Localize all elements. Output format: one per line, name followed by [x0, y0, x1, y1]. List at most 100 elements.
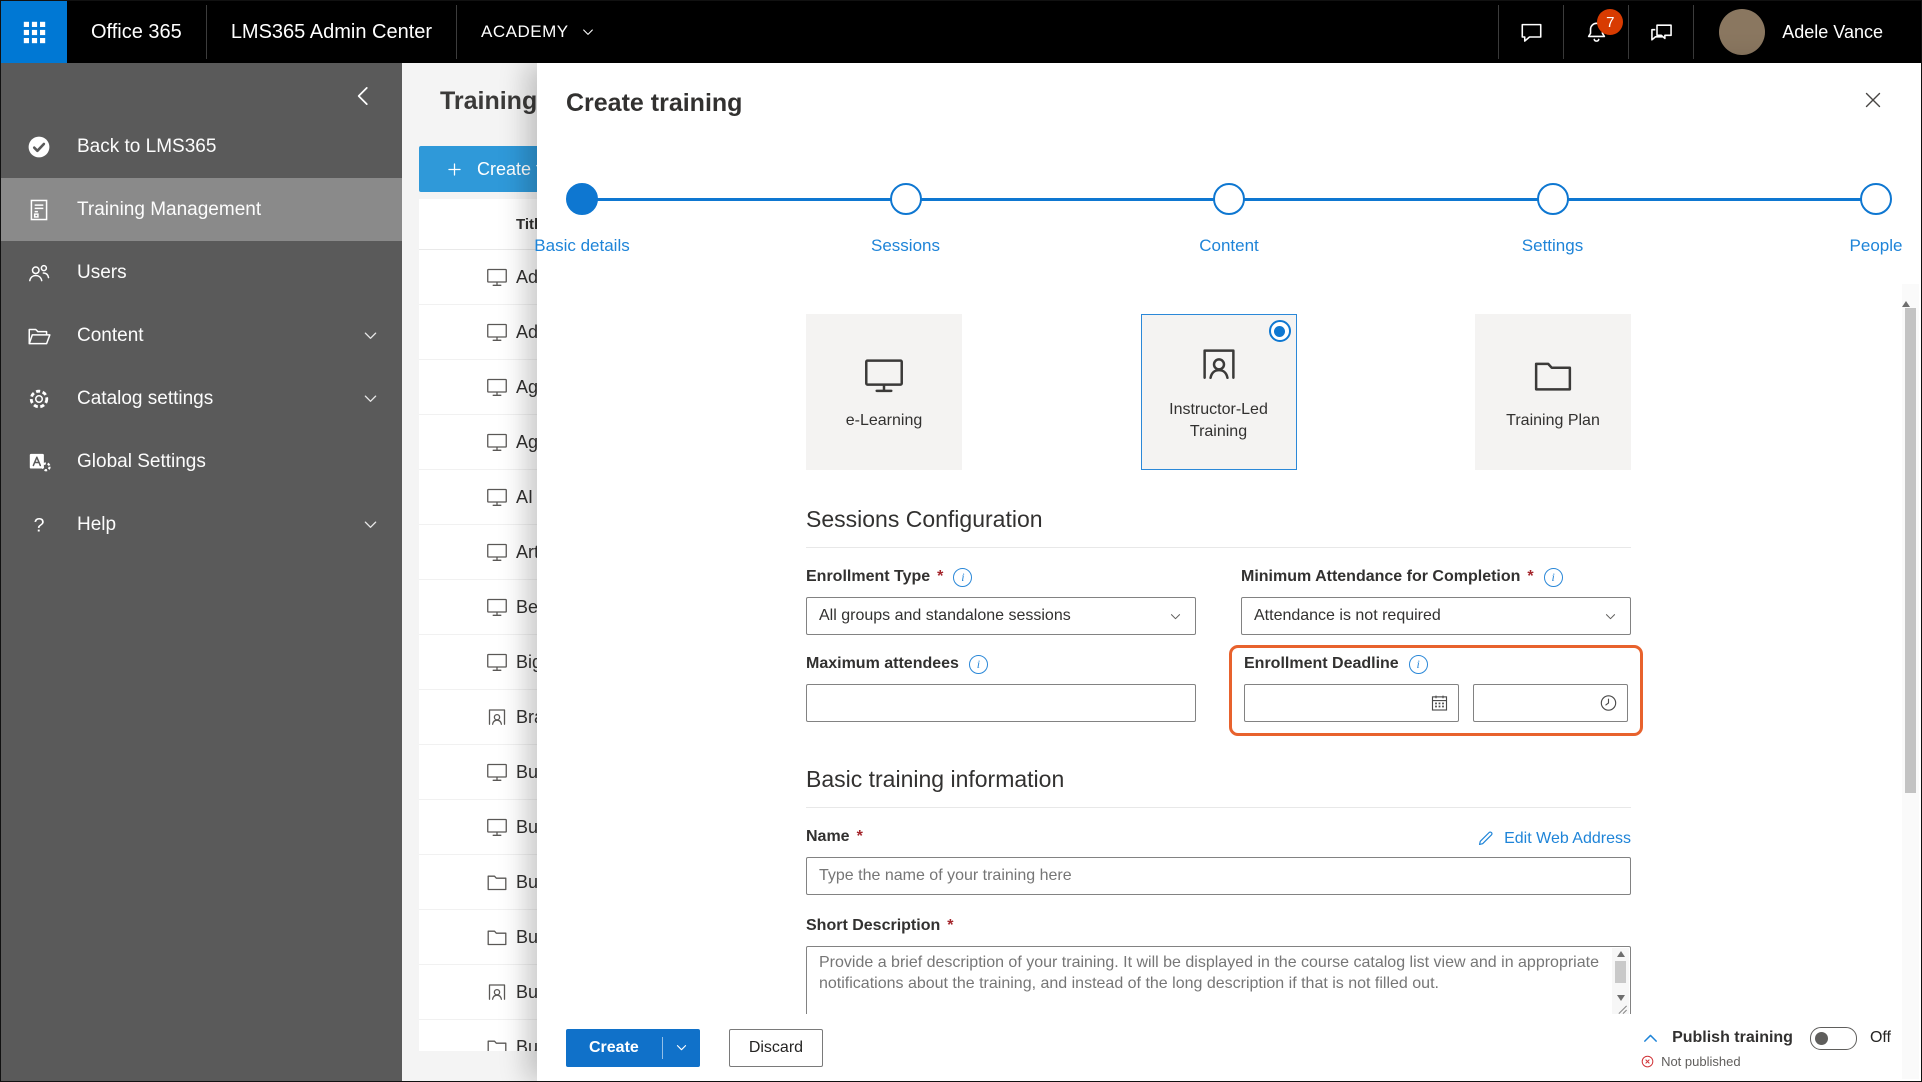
info-icon[interactable] [968, 654, 988, 674]
sidebar-item[interactable]: Catalog settings [1, 367, 402, 430]
stepper: Basic details Sessions Content Settings … [534, 183, 1902, 283]
training-row-title: Art [516, 541, 540, 562]
training-type-card[interactable]: Instructor-Led Training [1140, 314, 1297, 470]
office365-home-link[interactable]: Office 365 [67, 21, 206, 44]
sidebar-item[interactable]: Users [1, 241, 402, 304]
scroll-up-icon[interactable] [1616, 951, 1625, 957]
not-published-icon [1640, 1054, 1655, 1069]
admin-center-link[interactable]: LMS365 Admin Center [207, 21, 456, 44]
training-row-title: Ag [516, 431, 539, 452]
edit-web-address-link[interactable]: Edit Web Address [1476, 829, 1631, 848]
sidebar-item[interactable]: Global Settings [1, 430, 402, 493]
create-split-button[interactable]: Create [566, 1028, 700, 1067]
info-icon[interactable] [1543, 567, 1563, 587]
notifications-button[interactable]: 7 [1564, 1, 1628, 63]
training-type-card[interactable]: Training Plan [1475, 314, 1631, 470]
chevron-down-icon [582, 29, 593, 35]
stepper-step[interactable]: Content [1199, 183, 1259, 255]
publish-toggle[interactable] [1809, 1026, 1857, 1050]
info-icon[interactable] [953, 567, 973, 587]
close-button[interactable] [1861, 85, 1891, 115]
minimum-attendance-select[interactable]: Attendance is not required [1241, 597, 1631, 635]
training-type-card[interactable]: e-Learning [806, 314, 962, 470]
chat-button[interactable] [1499, 1, 1563, 63]
pencil-icon [1479, 831, 1493, 846]
account-menu[interactable]: Adele Vance [1694, 9, 1921, 55]
stepper-step[interactable]: People [1850, 183, 1902, 255]
maximum-attendees-input[interactable] [806, 684, 1196, 722]
training-row-title: Bu [516, 871, 539, 892]
feedback-icon [1650, 23, 1672, 41]
modal-title: Create training [566, 89, 743, 117]
plus-icon [448, 162, 461, 176]
monitor-icon [485, 320, 509, 344]
sidebar-item[interactable]: ? Help [1, 493, 402, 556]
step-circle-icon [889, 183, 922, 215]
scroll-down-icon[interactable] [1616, 995, 1625, 1001]
folder-icon [1530, 352, 1576, 398]
folder-icon [485, 1035, 509, 1051]
training-name-input[interactable] [806, 857, 1631, 895]
chevron-down-icon [1168, 609, 1183, 624]
modal-form: Sessions Configuration Enrollment Type *… [806, 506, 1643, 1018]
chevron-down-icon [676, 1045, 686, 1051]
monitor-icon [861, 352, 907, 398]
name-label: Name * [806, 828, 863, 845]
step-label: Settings [1521, 236, 1584, 255]
modal-scrollbar[interactable] [1902, 284, 1919, 1079]
maximum-attendees-label: Maximum attendees [806, 653, 1196, 675]
calendar-icon[interactable] [1429, 692, 1450, 713]
chevron-down-icon [361, 389, 380, 408]
create-training-modal: Create training Basic details Sessions C… [534, 63, 1921, 1081]
stepper-step[interactable]: Basic details [534, 183, 630, 255]
monitor-icon [485, 265, 509, 289]
enrollment-type-field: Enrollment Type * All groups and standal… [806, 566, 1196, 635]
modal-footer: Create Discard Publish training Off Not … [537, 1014, 1921, 1081]
screen: Office 365 LMS365 Admin Center ACADEMY 7… [0, 0, 1922, 1082]
avatar [1719, 9, 1766, 55]
feedback-button[interactable] [1629, 1, 1693, 63]
create-options-caret[interactable] [663, 1029, 700, 1067]
stepper-step[interactable]: Sessions [871, 183, 940, 255]
step-label: People [1849, 236, 1903, 255]
folder-icon [485, 925, 509, 949]
scrollbar-thumb[interactable] [1905, 308, 1916, 793]
sidebar: Back to LMS365 Training Management Users… [1, 63, 402, 1081]
sidebar-item-label: Help [77, 513, 117, 535]
info-icon[interactable] [1408, 654, 1428, 674]
enrollment-deadline-field: Enrollment Deadline [1229, 645, 1643, 736]
people-icon [26, 260, 52, 286]
stepper-step[interactable]: Settings [1522, 183, 1583, 255]
step-label: Basic details [534, 236, 630, 255]
training-row-title: Bu [516, 816, 539, 837]
short-description-textarea[interactable]: Provide a brief description of your trai… [806, 946, 1631, 1018]
scroll-up-icon[interactable] [1902, 284, 1910, 307]
user-name: Adele Vance [1782, 21, 1883, 42]
enrollment-deadline-label: Enrollment Deadline [1244, 653, 1628, 675]
chevron-down-icon [1603, 609, 1618, 624]
enrollment-type-select[interactable]: All groups and standalone sessions [806, 597, 1196, 635]
deadline-date-input[interactable] [1244, 684, 1459, 722]
collapse-publish-button[interactable] [1640, 1028, 1661, 1049]
app-launcher-button[interactable] [1, 1, 67, 63]
sidebar-item[interactable]: Back to LMS365 [1, 115, 402, 178]
step-label: Sessions [871, 236, 940, 255]
publish-state-label: Off [1869, 1029, 1891, 1046]
tenant-selector[interactable]: ACADEMY [457, 22, 620, 42]
training-row-title: Bu [516, 761, 539, 782]
scrollbar-thumb[interactable] [1615, 961, 1626, 983]
clock-icon[interactable] [1598, 692, 1619, 713]
maximum-attendees-field: Maximum attendees [806, 653, 1196, 722]
step-circle-icon [566, 183, 598, 215]
sidebar-item[interactable]: Training Management [1, 178, 402, 241]
sidebar-item[interactable]: Content [1, 304, 402, 367]
waffle-icon [23, 21, 45, 43]
enrollment-type-label: Enrollment Type * [806, 566, 1196, 588]
training-row-title: Bu [516, 1036, 539, 1052]
sidebar-collapse-button[interactable] [350, 81, 380, 111]
chevron-down-icon [361, 515, 380, 534]
document-icon [26, 197, 52, 223]
discard-button[interactable]: Discard [728, 1028, 824, 1067]
monitor-icon [485, 815, 509, 839]
sidebar-menu: Back to LMS365 Training Management Users… [1, 115, 402, 556]
